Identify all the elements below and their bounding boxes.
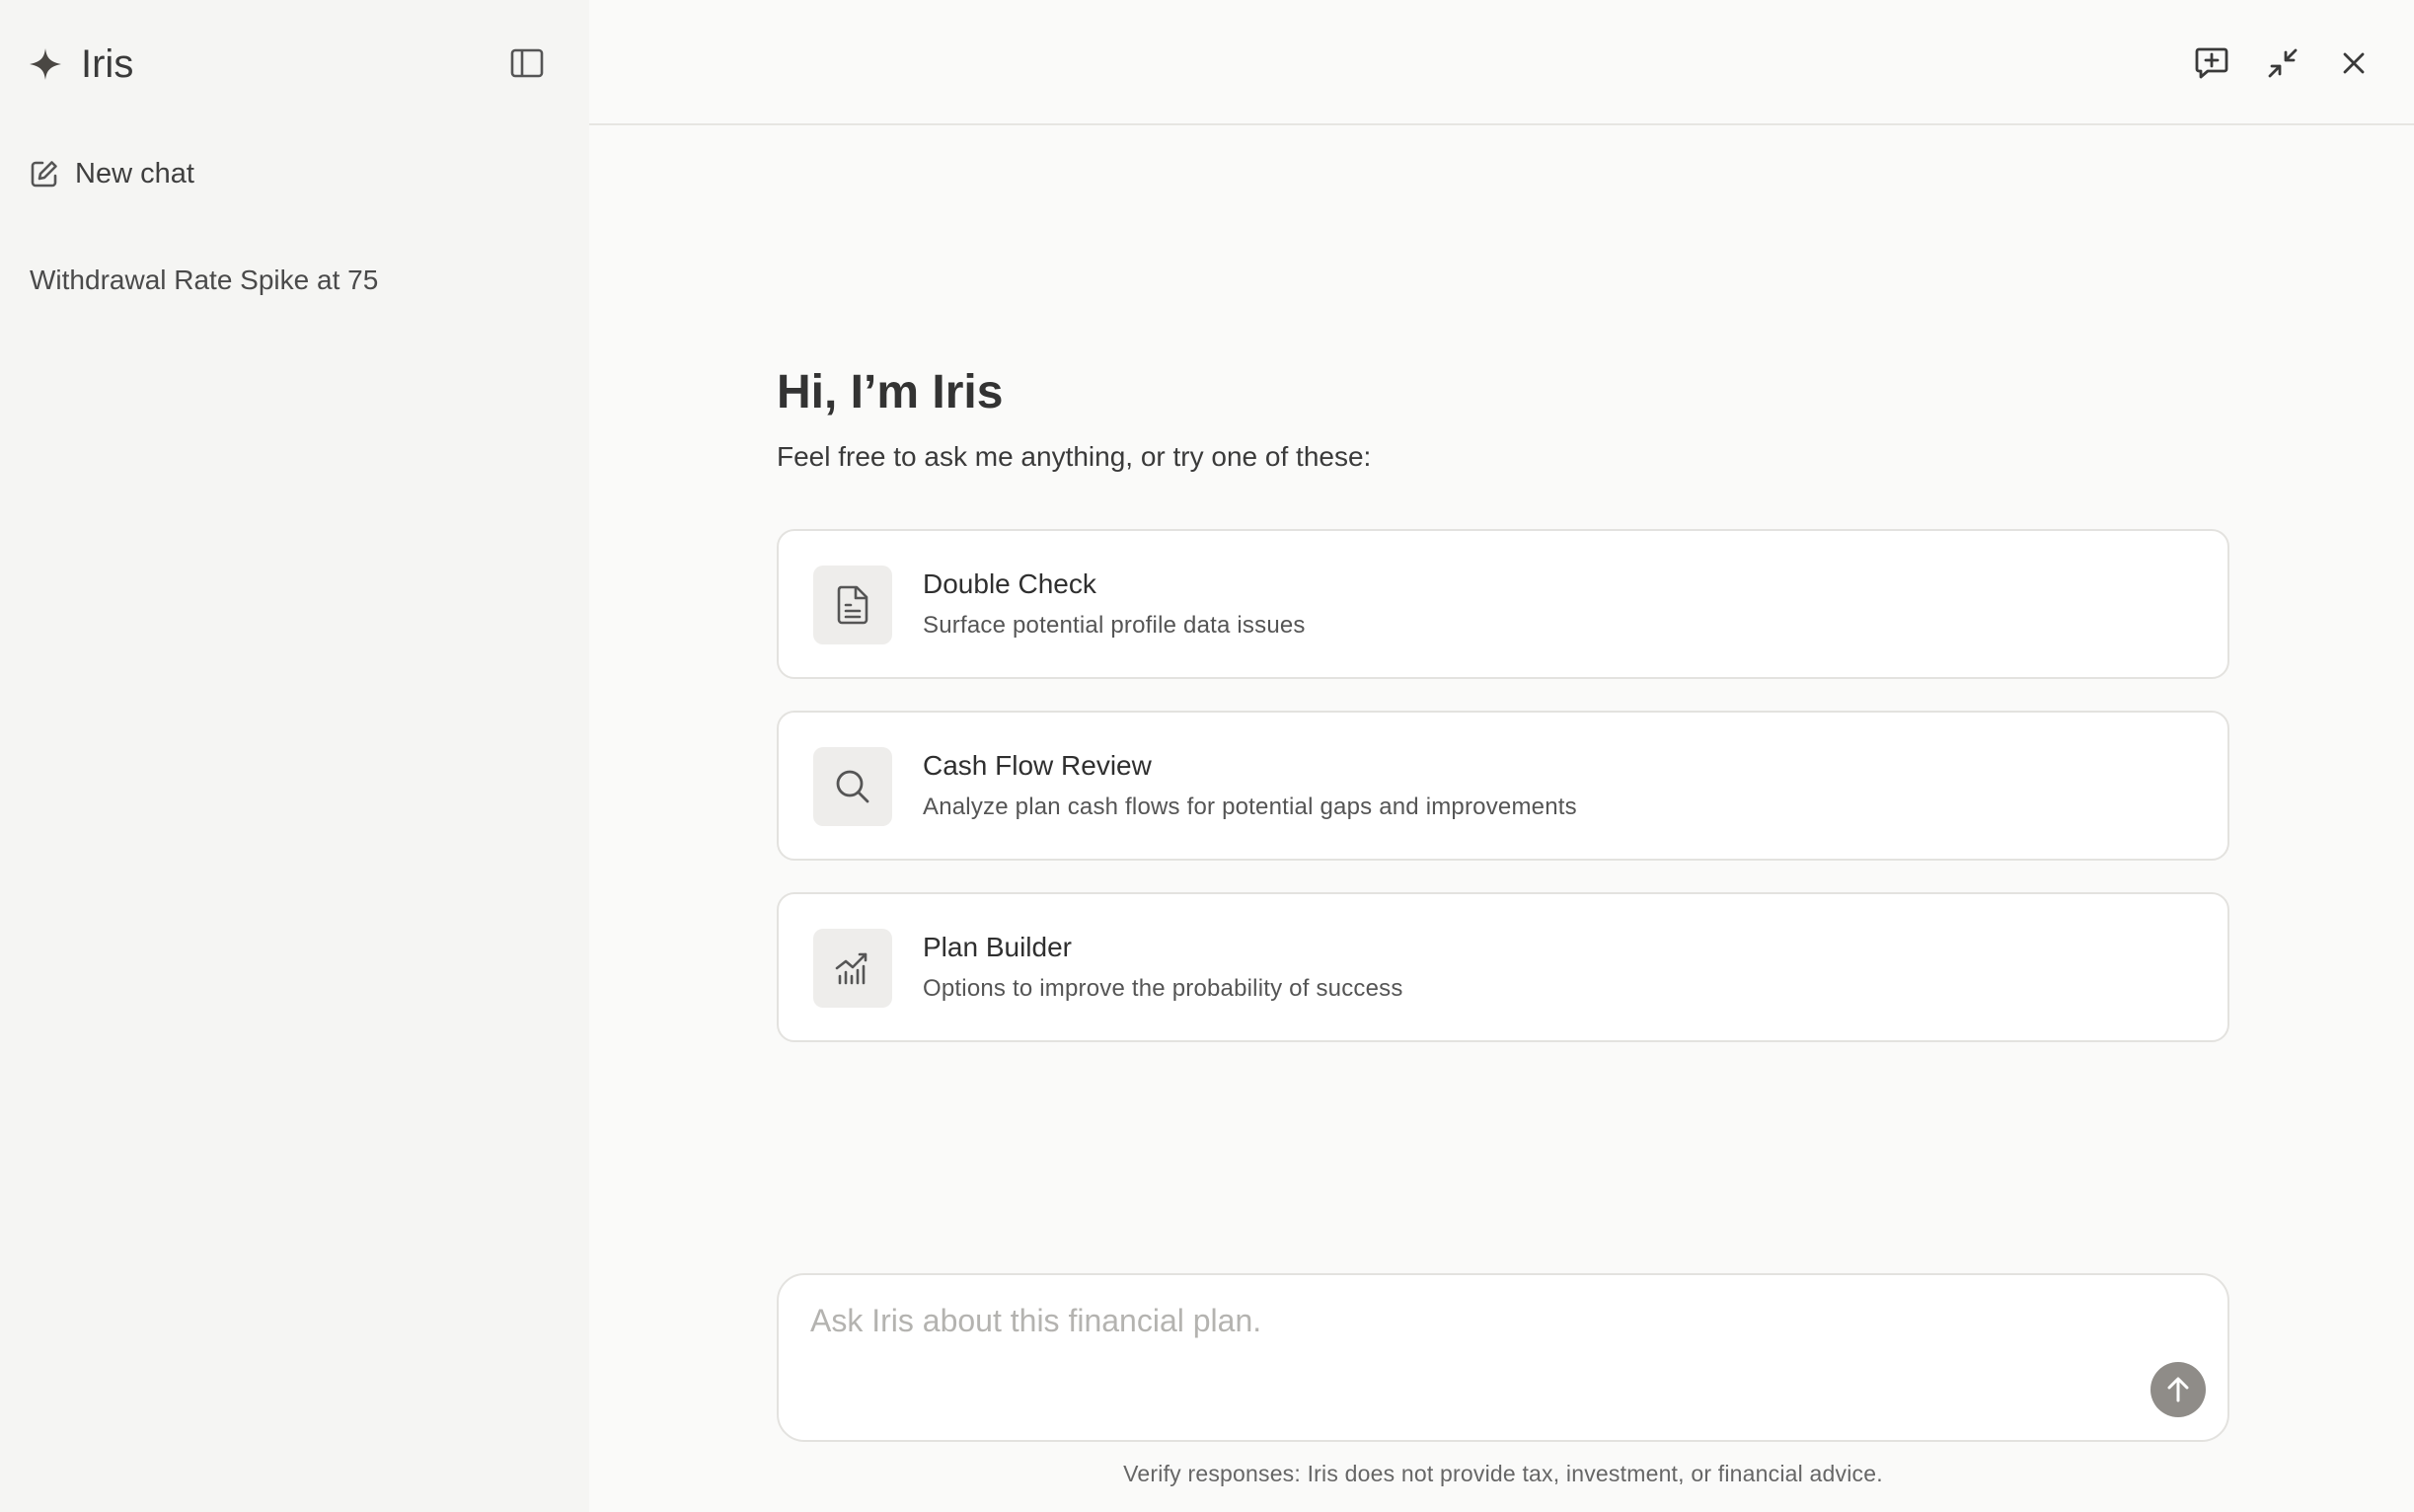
main-panel: Hi, I’m Iris Feel free to ask me anythin… (589, 0, 2414, 1512)
app-name: Iris (81, 41, 134, 86)
minimize-button[interactable] (2261, 41, 2304, 85)
send-button[interactable] (2150, 1362, 2206, 1417)
sidebar: Iris New chat Withdrawal Rate Spike at 7… (0, 0, 589, 1512)
new-chat-label: New chat (75, 157, 194, 189)
suggestion-title: Double Check (923, 568, 1096, 599)
suggestion-card-plan-builder[interactable]: Plan Builder Options to improve the prob… (777, 892, 2229, 1042)
close-icon (2343, 52, 2365, 74)
new-chat-button[interactable]: New chat (30, 152, 194, 195)
document-icon (837, 585, 868, 625)
topbar (589, 0, 2414, 125)
suggestion-card-double-check[interactable]: Double Check Surface potential profile d… (777, 529, 2229, 679)
brand: Iris (28, 39, 133, 89)
suggestion-title: Plan Builder (923, 932, 1072, 962)
sidebar-toggle-button[interactable] (505, 43, 549, 83)
suggestion-icon-box (813, 566, 892, 644)
chat-composer (777, 1273, 2229, 1442)
suggestion-description: Analyze plan cash flows for potential ga… (923, 794, 1577, 820)
search-icon (836, 770, 869, 803)
suggestion-icon-box (813, 929, 892, 1008)
chat-history-item[interactable]: Withdrawal Rate Spike at 75 (30, 259, 378, 302)
suggestion-title: Cash Flow Review (923, 750, 1152, 781)
new-chat-bubble-icon (2195, 47, 2228, 79)
suggestion-description: Surface potential profile data issues (923, 612, 1306, 639)
edit-icon (31, 161, 57, 188)
suggestion-icon-box (813, 747, 892, 826)
suggestion-description: Options to improve the probability of su… (923, 975, 1403, 1002)
close-button[interactable] (2332, 41, 2376, 85)
chart-trend-icon (835, 952, 868, 985)
minimize-icon (2268, 48, 2298, 78)
sidebar-panel-icon (510, 48, 544, 78)
greeting-heading: Hi, I’m Iris (777, 366, 1004, 418)
greeting-subtitle: Feel free to ask me anything, or try one… (777, 441, 1372, 472)
arrow-up-icon (2167, 1377, 2189, 1402)
new-conversation-button[interactable] (2190, 41, 2233, 85)
sparkle-icon (30, 48, 61, 80)
app-root: Iris New chat Withdrawal Rate Spike at 7… (0, 0, 2414, 1512)
suggestion-card-cash-flow-review[interactable]: Cash Flow Review Analyze plan cash flows… (777, 711, 2229, 861)
chat-input[interactable] (810, 1303, 2093, 1362)
disclaimer-text: Verify responses: Iris does not provide … (1123, 1461, 1883, 1486)
